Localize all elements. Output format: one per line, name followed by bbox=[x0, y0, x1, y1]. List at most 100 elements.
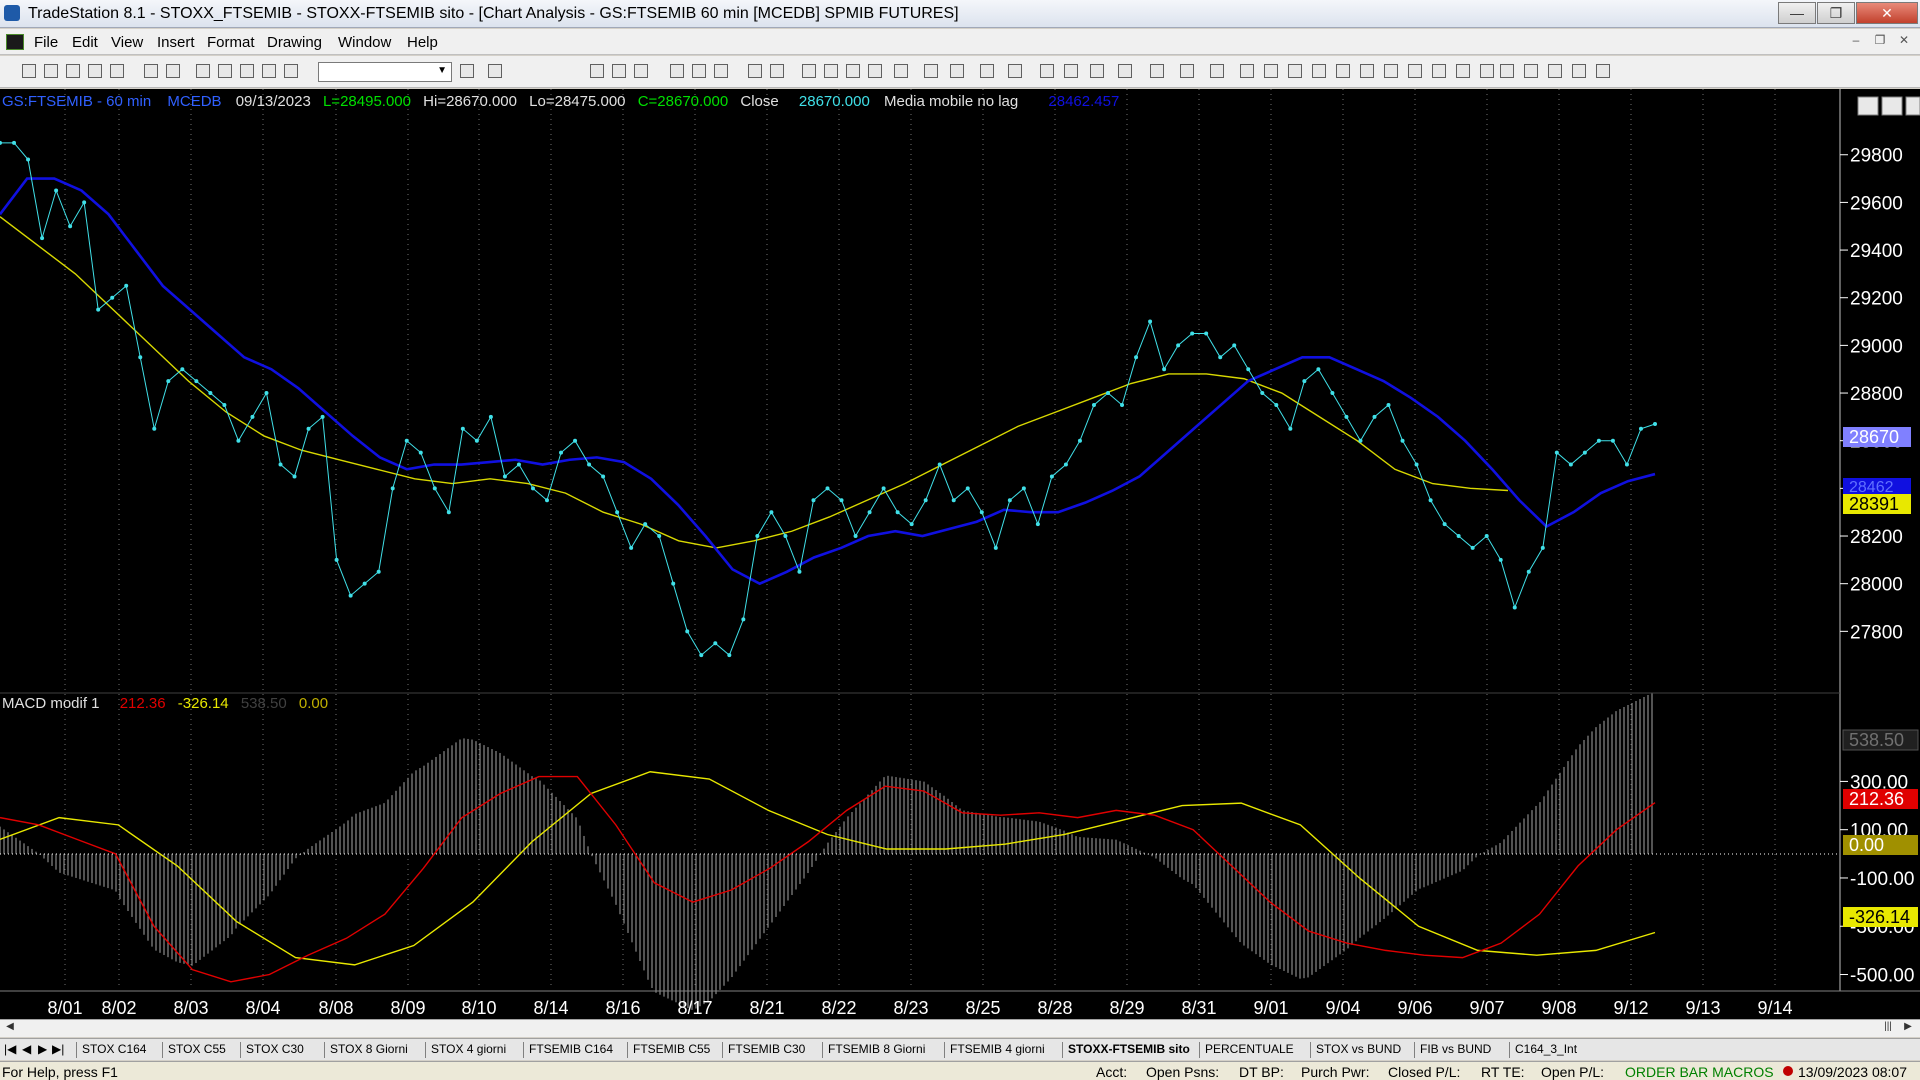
toolbar-button-icon[interactable] bbox=[714, 64, 728, 78]
toolbar-button-icon[interactable] bbox=[66, 64, 80, 78]
toolbar-button-icon[interactable] bbox=[196, 64, 210, 78]
mdi-minimize-button[interactable]: – bbox=[1846, 33, 1866, 51]
toolbar-button-icon[interactable] bbox=[1264, 64, 1278, 78]
workspace-tab[interactable]: FTSEMIB C55 bbox=[633, 1042, 710, 1056]
workspace-tab[interactable]: STOX C55 bbox=[168, 1042, 226, 1056]
workspace-tab[interactable]: FTSEMIB 4 giorni bbox=[950, 1042, 1045, 1056]
toolbar-button-icon[interactable] bbox=[262, 64, 276, 78]
toolbar-button-icon[interactable] bbox=[218, 64, 232, 78]
workspace-tab[interactable]: STOX vs BUND bbox=[1316, 1042, 1401, 1056]
toolbar-button-icon[interactable] bbox=[22, 64, 36, 78]
workspace-tab[interactable]: STOX 8 Giorni bbox=[330, 1042, 408, 1056]
menu-window[interactable]: Window bbox=[338, 34, 391, 51]
workspace-tab[interactable]: STOX C164 bbox=[82, 1042, 146, 1056]
toolbar-button-icon[interactable] bbox=[1524, 64, 1538, 78]
chevron-down-icon[interactable]: ▼ bbox=[437, 65, 447, 76]
menu-view[interactable]: View bbox=[111, 34, 143, 51]
toolbar-button-icon[interactable] bbox=[950, 64, 964, 78]
toolbar-button-icon[interactable] bbox=[748, 64, 762, 78]
chart-restore-button[interactable] bbox=[1881, 96, 1903, 116]
toolbar-button-icon[interactable] bbox=[1480, 64, 1494, 78]
toolbar-button-icon[interactable] bbox=[670, 64, 684, 78]
tab-nav-prev-icon[interactable]: ◀ bbox=[22, 1042, 31, 1056]
workspace-tab[interactable]: STOXX-FTSEMIB sito bbox=[1068, 1042, 1190, 1056]
chart-canvas[interactable]: GS:FTSEMIB - 60 min MCEDB 09/13/2023 L=2… bbox=[0, 89, 1920, 1019]
toolbar-button-icon[interactable] bbox=[44, 64, 58, 78]
toolbar-button-icon[interactable] bbox=[1312, 64, 1326, 78]
toolbar-button-icon[interactable] bbox=[1090, 64, 1104, 78]
toolbar-button-icon[interactable] bbox=[1040, 64, 1054, 78]
workspace-tab[interactable]: FTSEMIB 8 Giorni bbox=[828, 1042, 925, 1056]
toolbar-button-icon[interactable] bbox=[284, 64, 298, 78]
tab-nav-last-icon[interactable]: ▶| bbox=[52, 1042, 64, 1056]
menu-file[interactable]: File bbox=[34, 34, 58, 51]
toolbar-button-icon[interactable] bbox=[1384, 64, 1398, 78]
toolbar-button-icon[interactable] bbox=[1456, 64, 1470, 78]
workspace-tab[interactable]: FTSEMIB C164 bbox=[529, 1042, 613, 1056]
toolbar-button-icon[interactable] bbox=[1548, 64, 1562, 78]
toolbar-button-icon[interactable] bbox=[824, 64, 838, 78]
toolbar-button-icon[interactable] bbox=[1180, 64, 1194, 78]
toolbar-button-icon[interactable] bbox=[1240, 64, 1254, 78]
chart-close-button[interactable] bbox=[1905, 96, 1920, 116]
toolbar-button-icon[interactable] bbox=[868, 64, 882, 78]
macros-label[interactable]: ORDER BAR MACROS bbox=[1625, 1064, 1774, 1080]
minimize-button[interactable]: — bbox=[1778, 2, 1816, 24]
toolbar-button-icon[interactable] bbox=[1432, 64, 1446, 78]
toolbar-button-icon[interactable] bbox=[894, 64, 908, 78]
toolbar-button-icon[interactable] bbox=[1408, 64, 1422, 78]
workspace-tab[interactable]: PERCENTUALE bbox=[1205, 1042, 1294, 1056]
toolbar-button-icon[interactable] bbox=[166, 64, 180, 78]
toolbar-button-icon[interactable] bbox=[634, 64, 648, 78]
chart-minimize-button[interactable] bbox=[1857, 96, 1879, 116]
toolbar-button-icon[interactable] bbox=[1118, 64, 1132, 78]
toolbar-button-icon[interactable] bbox=[88, 64, 102, 78]
scroll-right-icon[interactable]: ▶ bbox=[1900, 1021, 1916, 1036]
toolbar-button-icon[interactable] bbox=[1064, 64, 1078, 78]
toolbar-button-icon[interactable] bbox=[240, 64, 254, 78]
scroll-left-icon[interactable]: ◀ bbox=[2, 1021, 18, 1036]
toolbar-button-icon[interactable] bbox=[1500, 64, 1514, 78]
toolbar-button-icon[interactable] bbox=[1336, 64, 1350, 78]
toolbar-button-icon[interactable] bbox=[770, 64, 784, 78]
toolbar-button-icon[interactable] bbox=[488, 64, 502, 78]
workspace-tab[interactable]: STOX 4 giorni bbox=[431, 1042, 506, 1056]
toolbar-button-icon[interactable] bbox=[110, 64, 124, 78]
tab-nav-first-icon[interactable]: |◀ bbox=[4, 1042, 16, 1056]
toolbar-button-icon[interactable] bbox=[612, 64, 626, 78]
toolbar-button-icon[interactable] bbox=[802, 64, 816, 78]
toolbar-button-icon[interactable] bbox=[1210, 64, 1224, 78]
toolbar-button-icon[interactable] bbox=[1572, 64, 1586, 78]
mdi-close-button[interactable]: ✕ bbox=[1894, 33, 1914, 51]
menu-format[interactable]: Format bbox=[207, 34, 255, 51]
horizontal-scrollbar[interactable]: ◀ ||| ▶ bbox=[0, 1019, 1920, 1037]
toolbar-button-icon[interactable] bbox=[1008, 64, 1022, 78]
chart-window-icon[interactable] bbox=[6, 34, 24, 50]
tab-nav-next-icon[interactable]: ▶ bbox=[38, 1042, 47, 1056]
toolbar-button-icon[interactable] bbox=[144, 64, 158, 78]
workspace-tab[interactable]: C164_3_Int bbox=[1515, 1042, 1577, 1056]
toolbar-button-icon[interactable] bbox=[460, 64, 474, 78]
toolbar-button-icon[interactable] bbox=[692, 64, 706, 78]
chart-area[interactable]: GS:FTSEMIB - 60 min MCEDB 09/13/2023 L=2… bbox=[0, 89, 1920, 1019]
toolbar-button-icon[interactable] bbox=[590, 64, 604, 78]
toolbar-button-icon[interactable] bbox=[846, 64, 860, 78]
toolbar-button-icon[interactable] bbox=[980, 64, 994, 78]
menu-insert[interactable]: Insert bbox=[157, 34, 195, 51]
workspace-tab[interactable]: STOX C30 bbox=[246, 1042, 304, 1056]
close-button[interactable]: ✕ bbox=[1856, 2, 1918, 24]
menu-help[interactable]: Help bbox=[407, 34, 438, 51]
symbol-combo[interactable]: ▼ bbox=[318, 62, 452, 82]
toolbar-button-icon[interactable] bbox=[924, 64, 938, 78]
toolbar-button-icon[interactable] bbox=[1360, 64, 1374, 78]
workspace-tab[interactable]: FTSEMIB C30 bbox=[728, 1042, 805, 1056]
toolbar-button-icon[interactable] bbox=[1150, 64, 1164, 78]
toolbar-button-icon[interactable] bbox=[1288, 64, 1302, 78]
mdi-restore-button[interactable]: ❐ bbox=[1870, 33, 1890, 51]
menu-drawing[interactable]: Drawing bbox=[267, 34, 322, 51]
scroll-thumb-icon[interactable]: ||| bbox=[1880, 1021, 1896, 1036]
toolbar-button-icon[interactable] bbox=[1596, 64, 1610, 78]
menu-edit[interactable]: Edit bbox=[72, 34, 98, 51]
workspace-tab[interactable]: FIB vs BUND bbox=[1420, 1042, 1491, 1056]
maximize-button[interactable]: ❐ bbox=[1817, 2, 1855, 24]
